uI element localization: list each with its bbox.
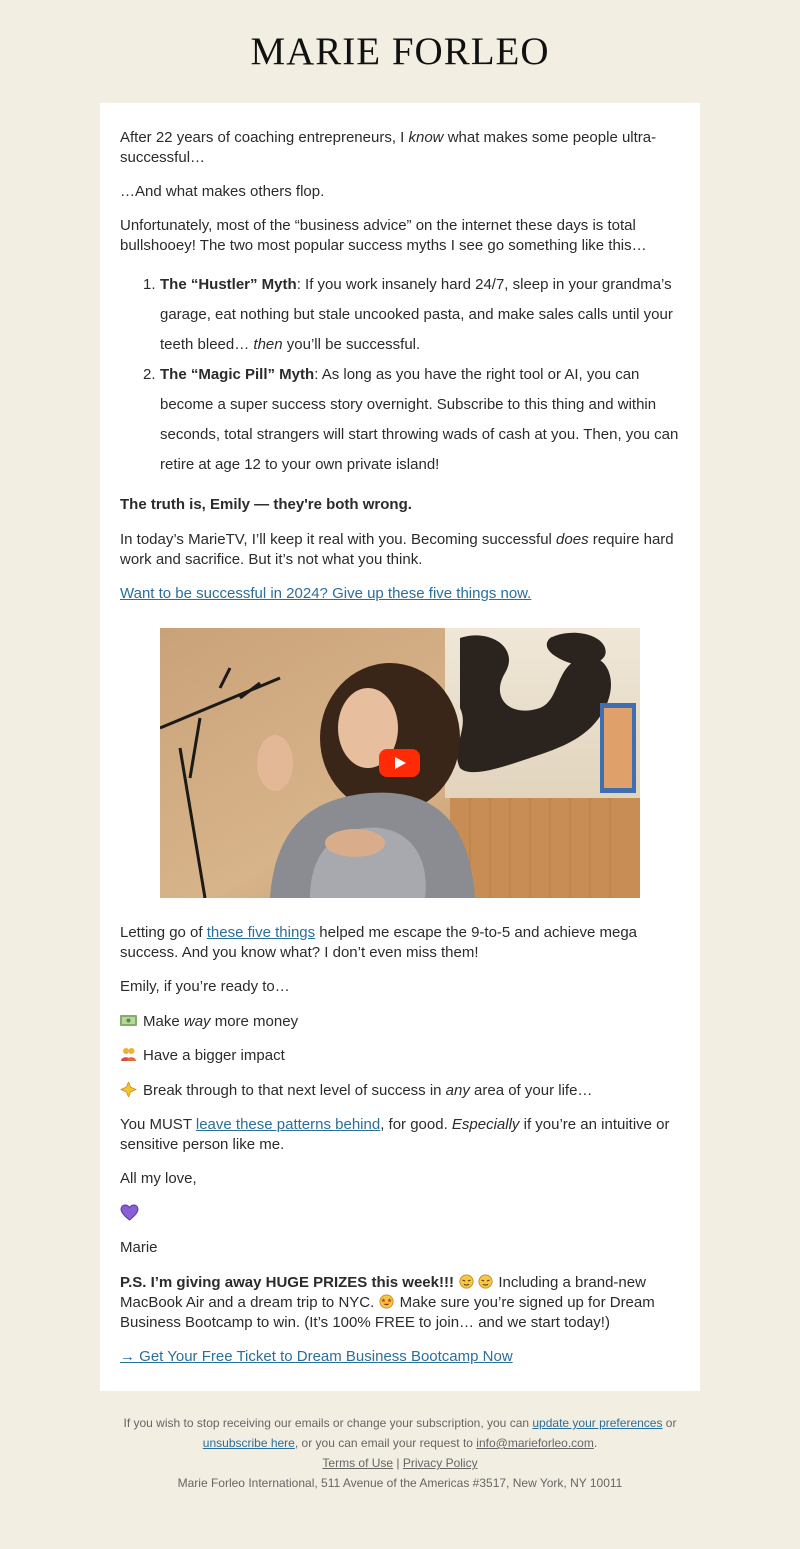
intro-paragraph: After 22 years of coaching entrepreneurs… xyxy=(120,129,657,166)
update-preferences-link[interactable]: update your preferences xyxy=(532,1416,662,1430)
flop-paragraph: …And what makes others flop. xyxy=(120,183,325,200)
episode-link[interactable]: Want to be successful in 2024? Give up t… xyxy=(120,585,531,602)
five-things-paragraph: Letting go of these five things helped m… xyxy=(120,924,638,961)
ps-paragraph: P.S. I’m giving away HUGE PRIZES this we… xyxy=(120,1274,655,1331)
patterns-paragraph: You MUST leave these patterns behind, fo… xyxy=(120,1116,670,1153)
signature: Marie xyxy=(120,1239,158,1256)
marietv-paragraph: In today’s MarieTV, I’ll keep it real wi… xyxy=(120,531,674,568)
bootcamp-ticket-link[interactable]: → Get Your Free Ticket to Dream Business… xyxy=(120,1348,513,1365)
ready-paragraph: Emily, if you’re ready to… xyxy=(120,978,290,995)
advice-paragraph: Unfortunately, most of the “business adv… xyxy=(120,217,647,254)
star-struck-icon xyxy=(379,1294,395,1309)
list-item: 1. The “Hustler” Myth: If you work insan… xyxy=(143,276,673,353)
play-button[interactable] xyxy=(379,749,420,777)
money-icon xyxy=(120,1015,137,1026)
benefit-impact: Have a bigger impact xyxy=(120,1046,682,1066)
email-address-link[interactable]: info@marieforleo.com xyxy=(476,1436,594,1450)
signoff: All my love, xyxy=(120,1170,197,1187)
footer-line-2: unsubscribe here, or you can email your … xyxy=(202,1436,598,1450)
email-footer: If you wish to stop receiving our emails… xyxy=(0,1413,800,1493)
video-thumbnail[interactable] xyxy=(160,628,640,898)
truth-heading: The truth is, Emily — they're both wrong… xyxy=(120,496,412,513)
footer-line-1: If you wish to stop receiving our emails… xyxy=(123,1416,677,1430)
terms-link[interactable]: Terms of Use xyxy=(322,1456,393,1470)
footer-legal-links: Terms of Use | Privacy Policy xyxy=(322,1456,478,1470)
people-icon xyxy=(121,1048,136,1061)
hot-face-icon xyxy=(459,1274,474,1289)
episode-link-paragraph: Want to be successful in 2024? Give up t… xyxy=(120,584,682,604)
cta-paragraph: → Get Your Free Ticket to Dream Business… xyxy=(120,1347,682,1367)
patterns-link[interactable]: leave these patterns behind xyxy=(196,1116,380,1133)
benefit-money: Make way more money xyxy=(120,1012,682,1032)
play-icon xyxy=(395,757,406,769)
brand-logo[interactable]: MARIE FORLEO xyxy=(0,30,800,74)
footer-address: Marie Forleo International, 511 Avenue o… xyxy=(177,1476,623,1490)
heart-row xyxy=(120,1204,682,1224)
list-item: 2. The “Magic Pill” Myth: As long as you… xyxy=(143,366,679,473)
five-things-link[interactable]: these five things xyxy=(207,924,315,941)
privacy-link[interactable]: Privacy Policy xyxy=(403,1456,478,1470)
sparkle-icon xyxy=(120,1082,137,1097)
benefit-breakthrough: Break through to that next level of succ… xyxy=(120,1081,682,1101)
purple-heart-icon xyxy=(120,1204,139,1221)
hot-face-icon xyxy=(478,1274,493,1289)
email-card: After 22 years of coaching entrepreneurs… xyxy=(100,103,700,1391)
myths-list: 1. The “Hustler” Myth: If you work insan… xyxy=(120,270,682,480)
unsubscribe-link[interactable]: unsubscribe here xyxy=(203,1436,295,1450)
